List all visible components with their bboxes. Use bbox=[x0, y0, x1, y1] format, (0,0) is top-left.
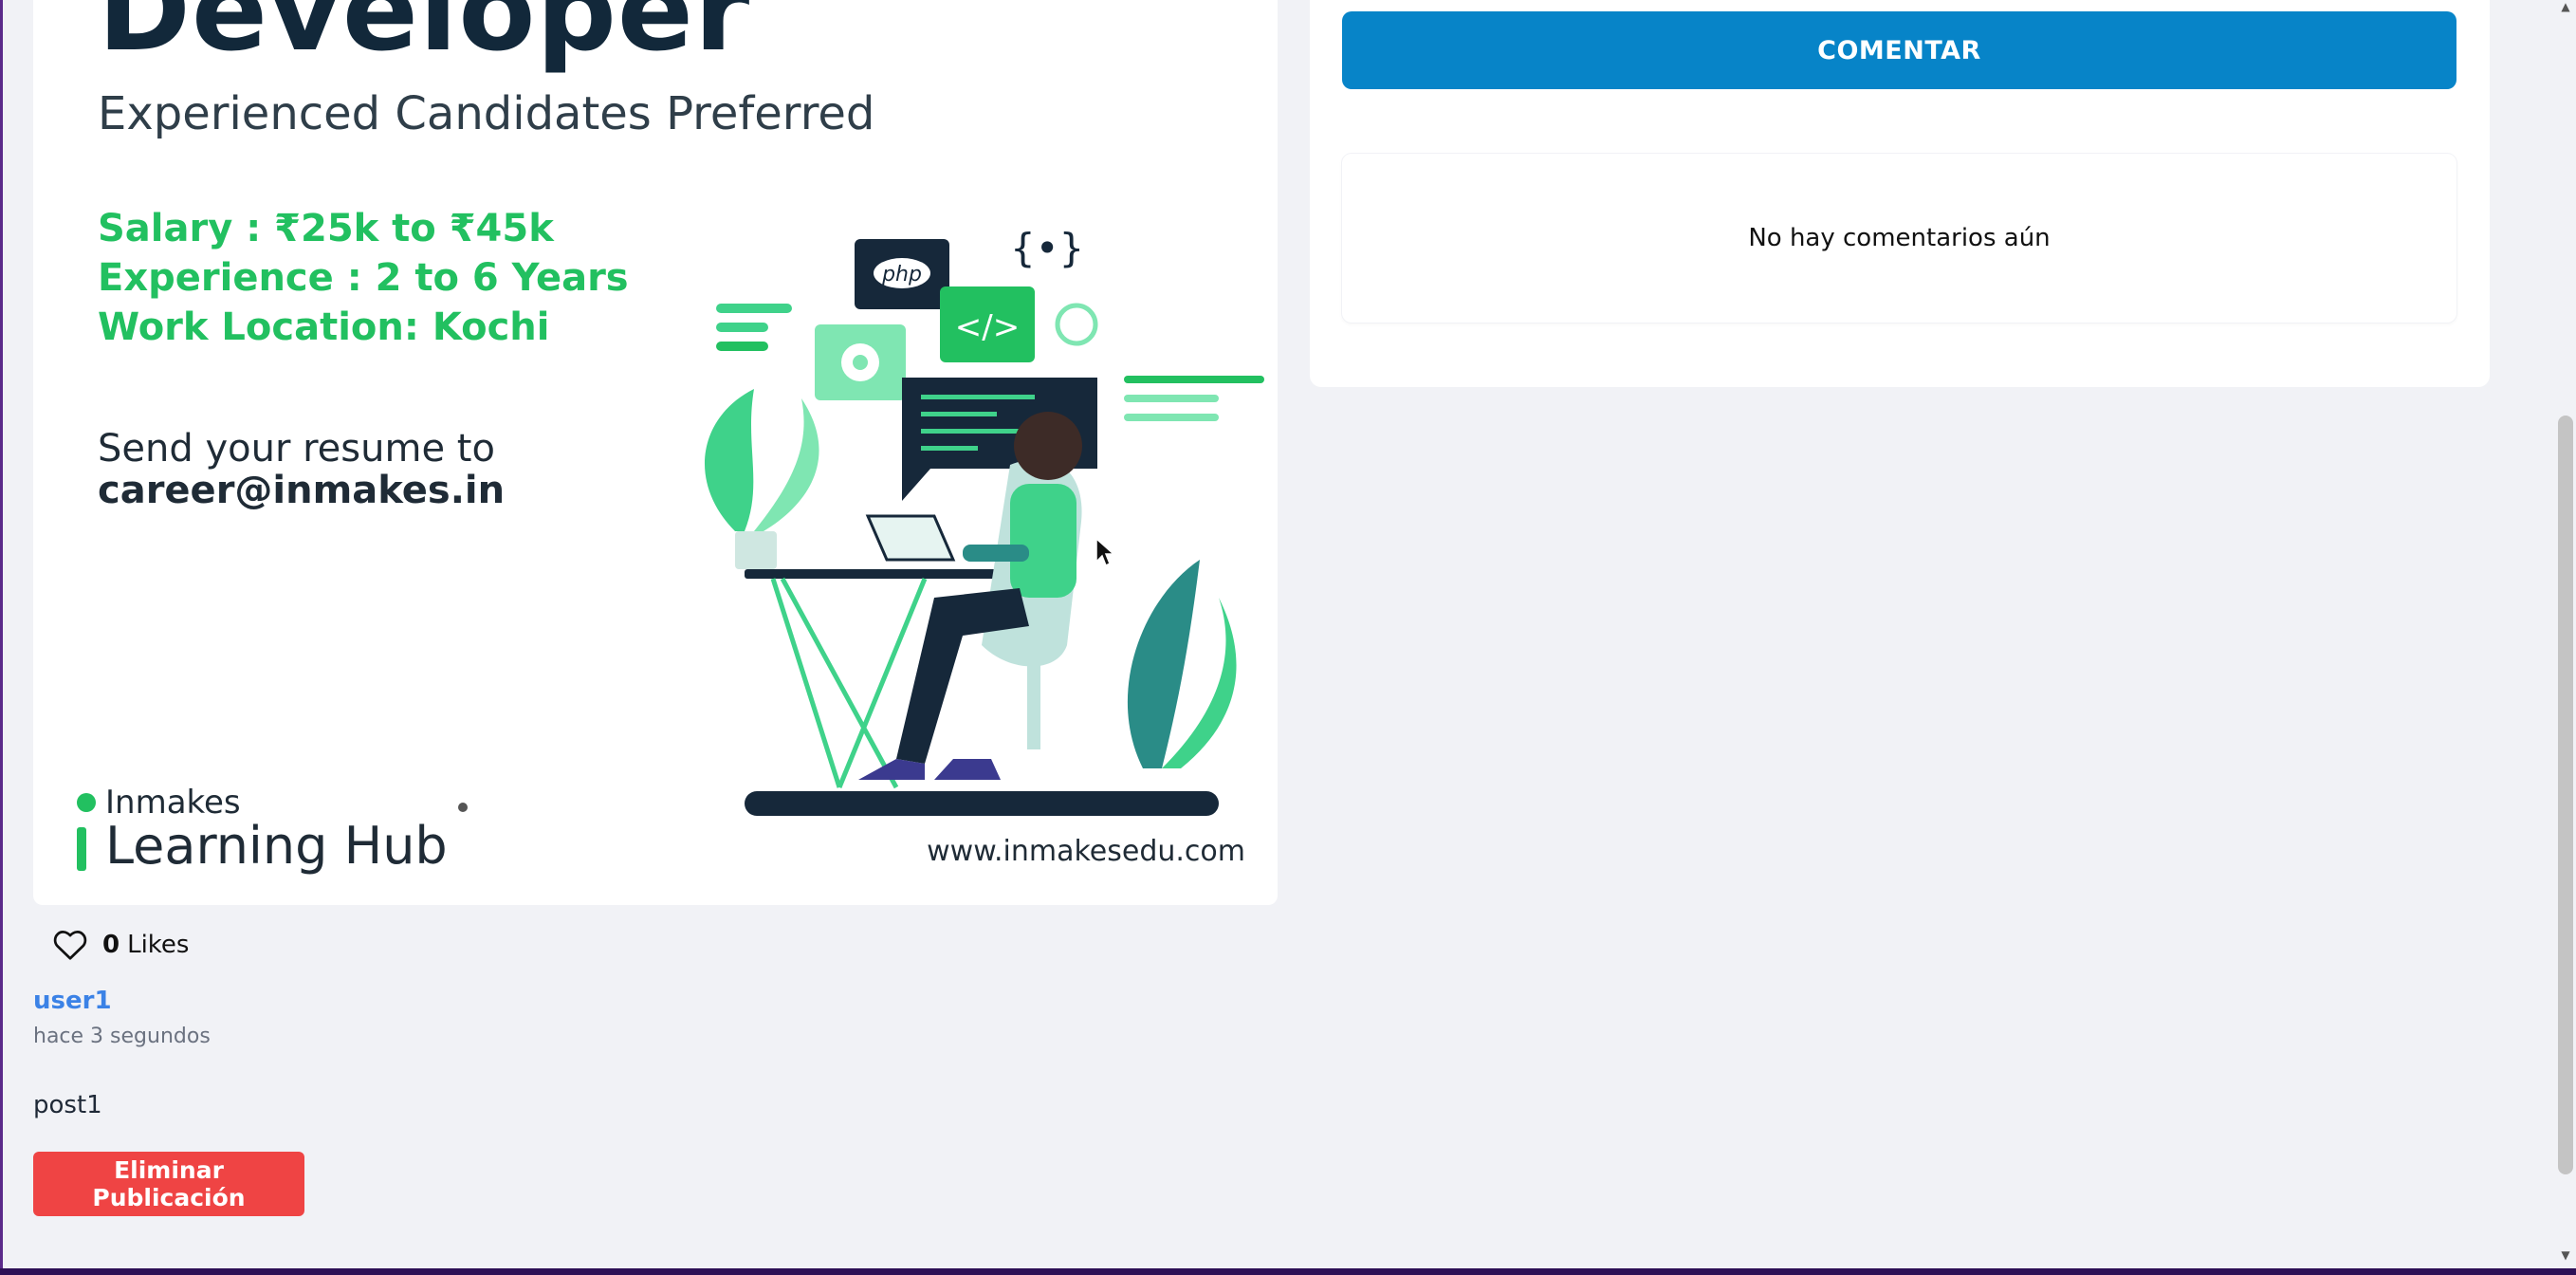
logo-registered-mark bbox=[458, 803, 468, 812]
post-timestamp: hace 3 segundos bbox=[33, 1025, 211, 1048]
likes-row: 0 Likes bbox=[53, 926, 189, 964]
inmakes-logo: Inmakes Learning Hub bbox=[67, 784, 468, 888]
delete-post-button[interactable]: Eliminar Publicación bbox=[33, 1152, 304, 1216]
no-comments-text: No hay comentarios aún bbox=[1748, 224, 2051, 252]
window-frame-bottom bbox=[0, 1268, 2576, 1275]
logo-big-text: Learning Hub bbox=[105, 816, 448, 876]
scroll-down-arrow-icon[interactable]: ▼ bbox=[2559, 1248, 2572, 1262]
comment-button[interactable]: COMENTAR bbox=[1342, 11, 2456, 89]
image-detail-experience: Experience : 2 to 6 Years bbox=[98, 256, 629, 300]
image-detail-location: Work Location: Kochi bbox=[98, 305, 550, 349]
braces-label: {•} bbox=[1010, 225, 1084, 271]
post-username-link[interactable]: user1 bbox=[33, 987, 112, 1015]
post-text: post1 bbox=[33, 1091, 102, 1119]
image-send-line: Send your resume to bbox=[98, 427, 495, 471]
image-detail-salary: Salary : ₹25k to ₹45k bbox=[98, 207, 554, 250]
like-label: Likes bbox=[127, 931, 190, 959]
php-label: php bbox=[881, 263, 922, 286]
image-heading: Developer bbox=[98, 0, 751, 76]
scroll-up-arrow-icon[interactable]: ▲ bbox=[2559, 0, 2572, 13]
comments-empty-box: No hay comentarios aún bbox=[1342, 154, 2456, 323]
logo-dot bbox=[77, 793, 96, 812]
heart-icon[interactable] bbox=[53, 929, 87, 961]
scrollbar-thumb[interactable] bbox=[2558, 416, 2573, 1174]
post-image: Developer Experienced Candidates Preferr… bbox=[33, 0, 1278, 905]
scrollbar[interactable]: ▲ ▼ bbox=[2555, 0, 2576, 1268]
image-email: career@inmakes.in bbox=[98, 469, 506, 512]
developer-illustration: php {•} </> bbox=[704, 225, 1264, 816]
like-count: 0 bbox=[102, 931, 120, 959]
image-subheading: Experienced Candidates Preferred bbox=[98, 87, 875, 140]
code-label: </> bbox=[955, 308, 1020, 346]
logo-bar bbox=[77, 827, 86, 871]
image-website: www.inmakesedu.com bbox=[927, 835, 1245, 868]
window-frame-left bbox=[0, 0, 3, 1275]
mouse-cursor-icon bbox=[1095, 537, 1115, 567]
